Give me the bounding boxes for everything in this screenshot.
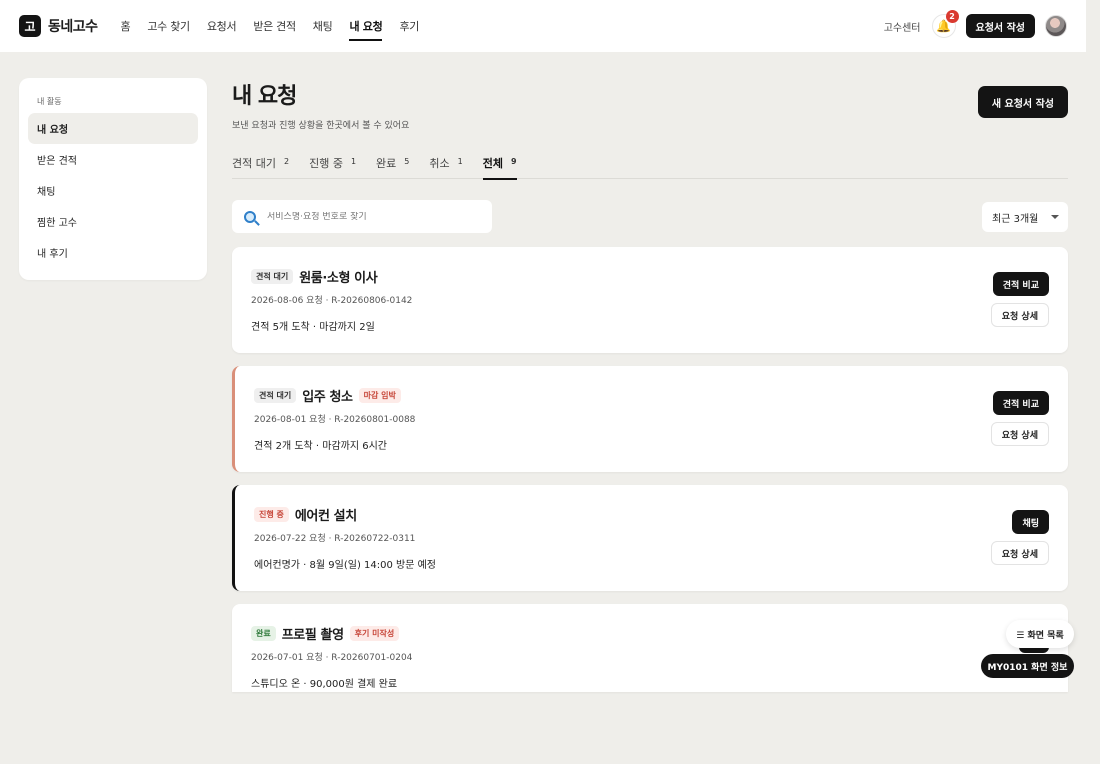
card-header: 진행 중 에어컨 설치 [254, 505, 357, 524]
status-tabs: 견적 대기 2 진행 중 1 완료 5 취소 1 전체 9 [232, 151, 1068, 180]
status-badge: 견적 대기 [251, 269, 294, 284]
search-icon [244, 210, 256, 223]
nav-received-quotes[interactable]: 받은 견적 [253, 0, 296, 52]
avatar[interactable] [1045, 15, 1067, 37]
top-navigation: 고 동네고수 홈 고수 찾기 요청서 받은 견적 채팅 내 요청 후기 고수센터… [0, 0, 1086, 52]
nav-reviews[interactable]: 후기 [399, 0, 419, 52]
tab-count: 1 [457, 157, 463, 166]
sidebar-title: 내 활동 [37, 97, 62, 106]
period-value: 최근 3개월 [992, 213, 1039, 225]
status-badge: 완료 [251, 626, 276, 641]
notification-badge: 2 [945, 10, 959, 23]
tab-count: 5 [404, 157, 410, 166]
tab-cancelled[interactable]: 취소 1 [429, 151, 462, 179]
search-input[interactable] [267, 211, 467, 222]
request-detail-button[interactable]: 요청 상세 [990, 303, 1049, 327]
request-card[interactable]: 완료 프로필 촬영 후기 미작성 2026-07-01 요청 · R-20260… [232, 604, 1068, 692]
compare-quotes-button[interactable]: 견적 비교 [992, 272, 1049, 296]
card-meta: 2026-08-06 요청 · R-20260806-0142 [251, 296, 413, 306]
request-card[interactable]: 견적 대기 원룸·소형 이사 2026-08-06 요청 · R-2026080… [232, 247, 1068, 353]
write-request-button[interactable]: 요청서 작성 [965, 14, 1035, 38]
search-box [232, 200, 492, 233]
card-header: 견적 대기 입주 청소 마감 임박 [254, 386, 407, 405]
request-detail-button[interactable]: 요청 상세 [990, 422, 1049, 446]
request-detail-button[interactable]: 요청 상세 [990, 541, 1049, 565]
nav-request-form[interactable]: 요청서 [207, 0, 237, 52]
page-title: 내 요청 [232, 84, 297, 109]
main-nav: 홈 고수 찾기 요청서 받은 견적 채팅 내 요청 후기 [121, 0, 437, 52]
tab-count: 1 [350, 157, 357, 166]
tab-label: 취소 [429, 157, 450, 170]
card-title: 프로필 촬영 [281, 628, 344, 643]
tab-all[interactable]: 전체 9 [482, 151, 517, 180]
sidebar-item-my-reviews[interactable]: 내 후기 [28, 237, 198, 268]
chevron-down-icon [1051, 215, 1059, 219]
nav-chat[interactable]: 채팅 [313, 0, 333, 52]
tab-label: 완료 [376, 157, 397, 170]
tab-completed[interactable]: 완료 5 [376, 151, 409, 179]
tab-count: 9 [510, 157, 517, 166]
sidebar-item-saved-pros[interactable]: 찜한 고수 [28, 206, 198, 237]
notification-button[interactable]: 🔔 2 [931, 10, 959, 38]
nav-my-requests[interactable]: 내 요청 [349, 0, 383, 52]
tab-label: 견적 대기 [232, 157, 276, 170]
screen-info-button[interactable]: MY0101 화면 정보 [981, 654, 1074, 678]
tab-label: 전체 [482, 157, 503, 170]
deadline-badge: 마감 임박 [358, 388, 401, 403]
nav-home[interactable]: 홈 [121, 0, 131, 52]
card-title: 원룸·소형 이사 [299, 271, 378, 286]
request-card[interactable]: 견적 대기 입주 청소 마감 임박 2026-08-01 요청 · R-2026… [232, 366, 1068, 472]
activity-sidebar: 내 활동 내 요청 받은 견적 채팅 찜한 고수 내 후기 [19, 78, 207, 280]
card-meta: 2026-07-22 요청 · R-20260722-0311 [254, 534, 416, 544]
pro-center-link[interactable]: 고수센터 [884, 19, 921, 34]
page-subtitle: 보낸 요청과 진행 상황을 한곳에서 볼 수 있어요 [232, 121, 410, 131]
card-description: 견적 2개 도착 · 마감까지 6시간 [254, 441, 387, 452]
tab-in-progress[interactable]: 진행 중 1 [309, 151, 356, 179]
sidebar-item-chat[interactable]: 채팅 [28, 175, 198, 206]
review-badge: 후기 미작성 [349, 626, 400, 641]
tab-awaiting-quotes[interactable]: 견적 대기 2 [232, 151, 289, 179]
new-request-button[interactable]: 새 요청서 작성 [977, 86, 1068, 118]
card-header: 견적 대기 원룸·소형 이사 [251, 267, 378, 286]
period-select[interactable]: 최근 3개월 [982, 202, 1068, 232]
status-badge: 진행 중 [254, 507, 289, 522]
main-content: 내 요청 보낸 요청과 진행 상황을 한곳에서 볼 수 있어요 새 요청서 작성… [232, 78, 1068, 692]
card-title: 입주 청소 [302, 390, 353, 405]
logo-text[interactable]: 동네고수 [48, 16, 98, 36]
card-title: 에어컨 설치 [294, 509, 357, 524]
compare-quotes-button[interactable]: 견적 비교 [992, 391, 1049, 415]
sidebar-item-my-requests[interactable]: 내 요청 [28, 113, 198, 144]
logo-icon[interactable]: 고 [19, 15, 41, 37]
card-meta: 2026-07-01 요청 · R-20260701-0204 [251, 653, 413, 663]
tab-count: 2 [283, 157, 290, 166]
card-header: 완료 프로필 촬영 후기 미작성 [251, 624, 405, 643]
top-right-actions: 고수센터 🔔 2 요청서 작성 [884, 0, 1067, 52]
chat-button[interactable]: 채팅 [1012, 510, 1049, 534]
card-description: 견적 5개 도착 · 마감까지 2일 [251, 322, 375, 333]
card-meta: 2026-08-01 요청 · R-20260801-0088 [254, 415, 416, 425]
card-description: 스튜디오 온 · 90,000원 결제 완료 [251, 679, 398, 690]
card-description: 에어컨명가 · 8월 9일(일) 14:00 방문 예정 [254, 560, 436, 571]
status-badge: 견적 대기 [254, 388, 297, 403]
tab-label: 진행 중 [309, 157, 343, 170]
sidebar-item-received-quotes[interactable]: 받은 견적 [28, 144, 198, 175]
screen-list-button[interactable]: ☰ 화면 목록 [1006, 620, 1074, 648]
request-card[interactable]: 진행 중 에어컨 설치 2026-07-22 요청 · R-20260722-0… [232, 485, 1068, 591]
nav-find-pro[interactable]: 고수 찾기 [147, 0, 190, 52]
